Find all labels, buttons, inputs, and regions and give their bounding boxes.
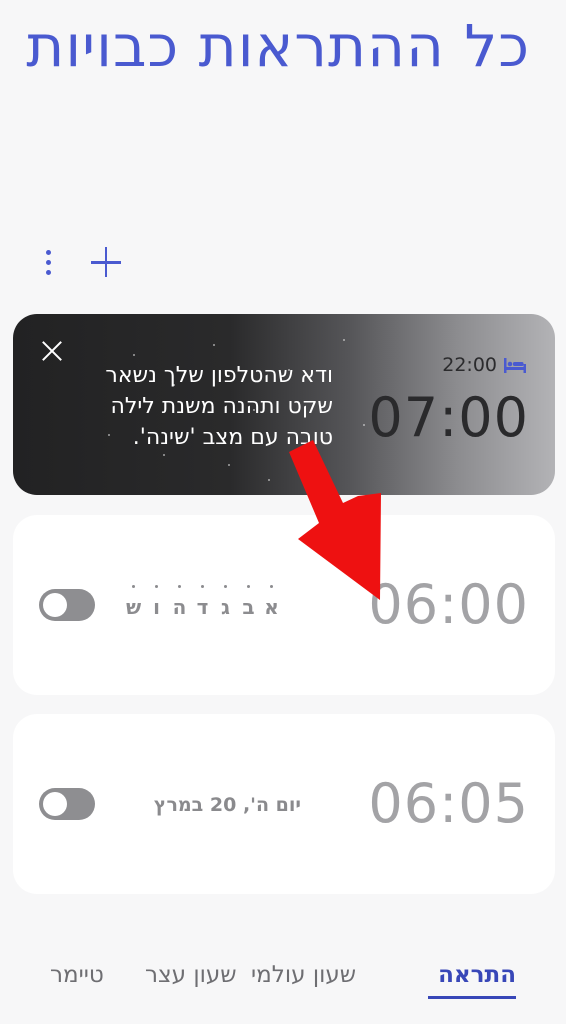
- more-options-button[interactable]: [38, 244, 60, 280]
- day-label: א: [264, 585, 279, 619]
- alarm-days: א ב ג ד ה ו ש: [126, 585, 279, 619]
- tab-stopwatch[interactable]: שעון עצר: [145, 962, 237, 988]
- day-label: ו: [149, 585, 164, 619]
- close-icon[interactable]: [39, 338, 65, 364]
- add-alarm-button[interactable]: [88, 244, 124, 280]
- day-label: ה: [172, 585, 187, 619]
- bedtime-value: 22:00: [442, 354, 497, 376]
- bedtime-card[interactable]: ודא שהטלפון שלך נשאר שקט ותהנה משנת לילה…: [13, 314, 555, 495]
- tab-timer[interactable]: טיימר: [50, 962, 104, 988]
- bedtime-row: 22:00: [442, 354, 527, 376]
- alarm-time: 06:00: [368, 573, 529, 636]
- bed-icon: [504, 358, 526, 373]
- alarm-card[interactable]: 06:05 יום ה', 20 במרץ: [13, 714, 555, 894]
- alarm-toggle[interactable]: [39, 788, 95, 820]
- alarm-toggle[interactable]: [39, 589, 95, 621]
- active-tab-indicator: [428, 996, 516, 999]
- tab-world-clock[interactable]: שעון עולמי: [251, 962, 356, 988]
- page-title: כל ההתראות כבויות: [26, 12, 530, 80]
- day-label: ג: [218, 585, 233, 619]
- bottom-tabs: התראה שעון עולמי שעון עצר טיימר: [0, 958, 566, 999]
- day-label: ד: [195, 585, 210, 619]
- bedtime-tip-text: ודא שהטלפון שלך נשאר שקט ותהנה משנת לילה…: [105, 363, 333, 450]
- alarm-card[interactable]: 06:00 א ב ג ד ה ו ש: [13, 515, 555, 695]
- day-label: ב: [241, 585, 256, 619]
- day-label: ש: [126, 585, 141, 619]
- wake-time: 07:00: [368, 386, 529, 449]
- tab-alarm[interactable]: התראה: [438, 962, 516, 988]
- alarm-time: 06:05: [368, 772, 529, 835]
- alarm-date: יום ה', 20 במרץ: [153, 794, 301, 816]
